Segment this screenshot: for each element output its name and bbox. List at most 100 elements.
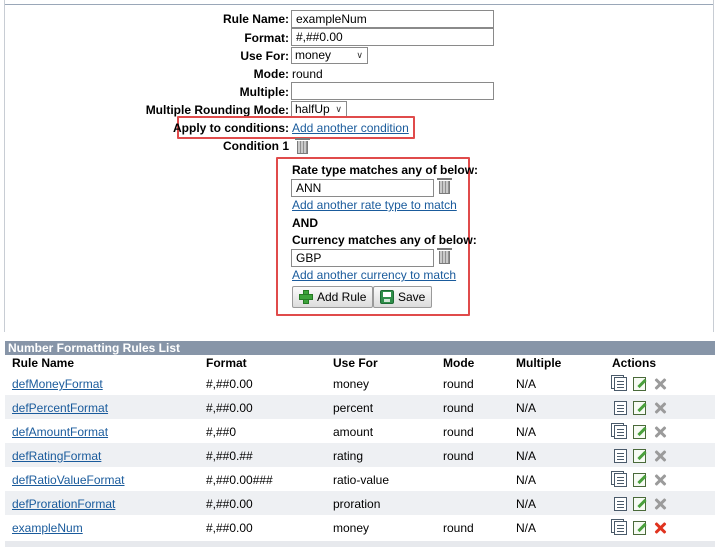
delete-icon[interactable] [653,521,667,535]
rule-name-link[interactable]: exampleNum [12,521,83,535]
use-for-label: Use For: [240,49,289,63]
table-row: defRatioValueFormat #,##0.00### ratio-va… [5,467,715,491]
multiple-cell: N/A [516,521,537,535]
format-input[interactable]: #,##0.00 [291,28,494,46]
edit-icon[interactable] [633,497,646,511]
panel-right-border [713,0,714,332]
header-format: Format [206,356,247,370]
rule-name-link[interactable]: defPercentFormat [12,401,108,415]
add-condition-link[interactable]: Add another condition [292,121,409,135]
save-button[interactable]: Save [373,286,433,308]
rule-name-label: Rule Name: [222,12,289,26]
table-row: exampleNum #,##0.00 money round N/A [5,515,715,539]
mode-cell: round [443,425,474,439]
copy-icon[interactable] [611,519,627,535]
add-rate-type-link[interactable]: Add another rate type to match [292,198,457,212]
format-cell: #,##0.00 [206,521,253,535]
chevron-down-icon: ∨ [356,50,363,60]
edit-icon[interactable] [633,521,646,535]
table-row: defRatingFormat #,##0.## rating round N/… [5,443,715,467]
add-currency-link[interactable]: Add another currency to match [292,268,456,282]
edit-icon[interactable] [633,377,646,391]
table-row: defMoneyFormat #,##0.00 money round N/A [5,371,715,395]
condition-label: Condition 1 [223,139,289,153]
multiple-rounding-value: halfUp [295,102,330,116]
edit-icon[interactable] [633,425,646,439]
table-row: defProrationFormat #,##0.00 proration N/… [5,491,715,515]
format-cell: #,##0.00 [206,377,253,391]
delete-icon[interactable] [653,449,667,463]
format-cell: #,##0.00 [206,497,253,511]
and-label: AND [292,216,318,230]
multiple-rounding-label: Multiple Rounding Mode: [145,103,289,117]
add-rule-label: Add Rule [317,290,367,304]
rule-name-link[interactable]: defRatingFormat [12,449,101,463]
multiple-input[interactable] [291,82,494,100]
copy-icon[interactable] [611,495,627,511]
currency-label: Currency matches any of below: [292,233,477,247]
rate-type-input[interactable]: ANN [291,179,434,197]
use-for-select[interactable]: money ∨ [291,47,368,64]
copy-icon[interactable] [611,471,627,487]
mode-cell: round [443,377,474,391]
use-for-cell: amount [333,425,374,439]
multiple-cell: N/A [516,401,537,415]
edit-icon[interactable] [633,473,646,487]
edit-icon[interactable] [633,449,646,463]
edit-icon[interactable] [633,401,646,415]
rate-type-label: Rate type matches any of below: [292,163,479,177]
save-label: Save [398,290,426,304]
rule-name-link[interactable]: defAmountFormat [12,425,108,439]
rule-name-link[interactable]: defRatioValueFormat [12,473,125,487]
rule-name-link[interactable]: defProrationFormat [12,497,115,511]
delete-icon[interactable] [653,425,667,439]
rules-list-title: Number Formatting Rules List [5,341,715,355]
multiple-label: Multiple: [239,85,289,99]
header-rule-name: Rule Name [12,356,75,370]
use-for-cell: money [333,521,370,535]
mode-cell: round [443,521,474,535]
delete-icon[interactable] [653,497,667,511]
chevron-down-icon: ∨ [335,104,342,114]
format-cell: #,##0.## [206,449,253,463]
table-row: defAmountFormat #,##0 amount round N/A [5,419,715,443]
header-use-for: Use For [333,356,378,370]
table-row: defPercentFormat #,##0.00 percent round … [5,395,715,419]
format-label: Format: [244,31,289,45]
panel-left-border [4,0,5,332]
apply-conditions-label: Apply to conditions: [173,121,289,135]
delete-icon[interactable] [653,473,667,487]
copy-icon[interactable] [611,423,627,439]
header-actions: Actions [612,356,657,370]
use-for-cell: proration [333,497,381,511]
copy-icon[interactable] [611,399,627,415]
use-for-cell: percent [333,401,374,415]
trash-icon[interactable] [437,248,452,264]
mode-cell: round [443,449,474,463]
save-icon [380,290,394,304]
table-header: Rule Name Format Use For Mode Multiple A… [5,355,715,372]
mode-label: Mode: [253,67,289,81]
plus-icon [299,290,313,304]
use-for-cell: ratio-value [333,473,390,487]
header-multiple: Multiple [516,356,562,370]
panel-top-border [4,0,714,5]
multiple-cell: N/A [516,497,537,511]
rule-name-link[interactable]: defMoneyFormat [12,377,103,391]
use-for-cell: money [333,377,370,391]
use-for-value: money [295,48,332,62]
rule-name-input[interactable]: exampleNum [291,10,494,28]
format-cell: #,##0 [206,425,237,439]
add-rule-button[interactable]: Add Rule [292,286,374,308]
multiple-cell: N/A [516,449,537,463]
multiple-cell: N/A [516,377,537,391]
copy-icon[interactable] [611,447,627,463]
trash-icon[interactable] [437,178,452,194]
currency-input[interactable]: GBP [291,249,434,267]
multiple-cell: N/A [516,473,537,487]
copy-icon[interactable] [611,375,627,391]
delete-icon[interactable] [653,401,667,415]
mode-value: round [292,67,323,81]
trash-icon[interactable] [295,138,310,154]
delete-icon[interactable] [653,377,667,391]
